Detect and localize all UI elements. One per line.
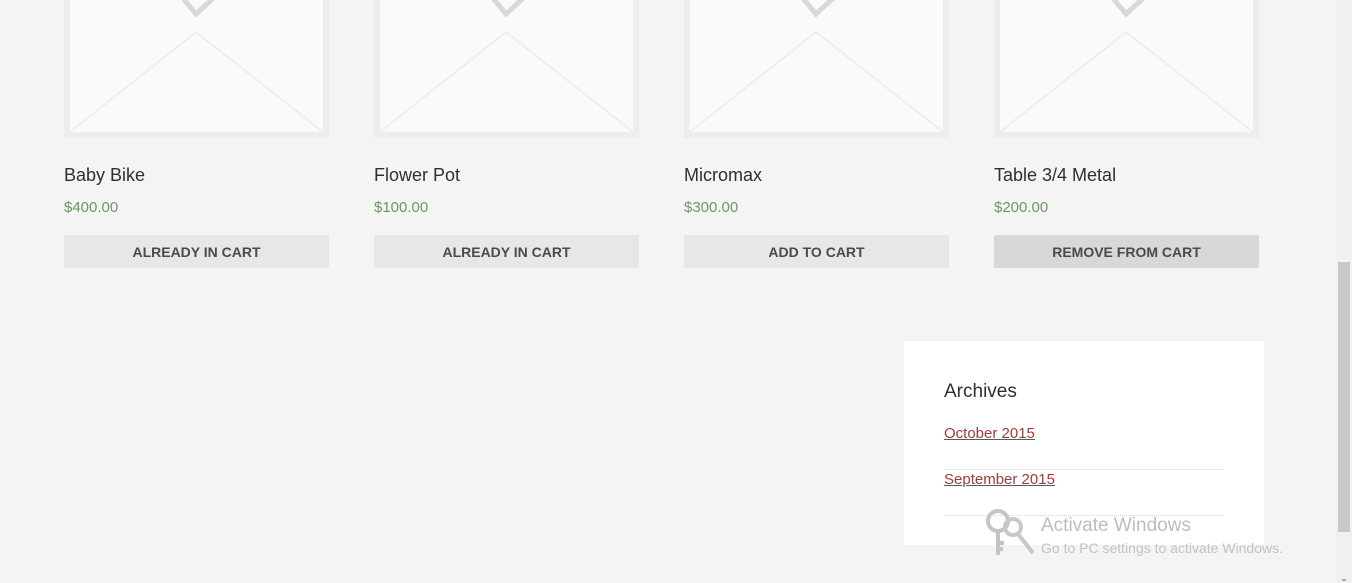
scroll-down-arrow-icon[interactable]: ⌄ — [1339, 573, 1349, 583]
archive-link-october-2015[interactable]: October 2015 — [944, 425, 1035, 442]
add-to-cart-button[interactable]: ADD TO CART — [684, 235, 949, 268]
product-grid: Baby Bike $400.00 ALREADY IN CART Flower… — [0, 0, 1336, 300]
vertical-scrollbar[interactable]: ⌄ — [1336, 0, 1352, 583]
watermark-subtitle: Go to PC settings to activate Windows. — [1041, 540, 1283, 556]
already-in-cart-button[interactable]: ALREADY IN CART — [64, 235, 329, 268]
activate-windows-watermark: Activate Windows Go to PC settings to ac… — [985, 507, 1325, 567]
product-price: $200.00 — [994, 199, 1049, 216]
watermark-title: Activate Windows — [1041, 515, 1191, 536]
product-image-placeholder[interactable] — [374, 0, 639, 138]
list-item: October 2015 — [944, 424, 1223, 470]
keys-icon — [986, 509, 1035, 555]
product-price: $300.00 — [684, 199, 739, 216]
remove-from-cart-button[interactable]: REMOVE FROM CART — [994, 235, 1259, 268]
already-in-cart-button[interactable]: ALREADY IN CART — [374, 235, 639, 268]
placeholder-envelope-icon — [380, 0, 633, 132]
product-name[interactable]: Flower Pot — [374, 165, 460, 186]
placeholder-envelope-icon — [690, 0, 943, 132]
product-image-placeholder[interactable] — [684, 0, 949, 138]
scrollbar-thumb[interactable] — [1338, 262, 1350, 532]
placeholder-envelope-icon — [1000, 0, 1253, 132]
archive-link-september-2015[interactable]: September 2015 — [944, 471, 1055, 488]
archives-title: Archives — [944, 381, 1017, 402]
product-price: $400.00 — [64, 199, 119, 216]
archive-list: October 2015 September 2015 — [944, 424, 1223, 516]
product-image-placeholder[interactable] — [994, 0, 1259, 138]
product-image-placeholder[interactable] — [64, 0, 329, 138]
product-name[interactable]: Micromax — [684, 165, 762, 186]
product-price: $100.00 — [374, 199, 429, 216]
product-name[interactable]: Baby Bike — [64, 165, 145, 186]
product-name[interactable]: Table 3/4 Metal — [994, 165, 1116, 186]
placeholder-envelope-icon — [70, 0, 323, 132]
